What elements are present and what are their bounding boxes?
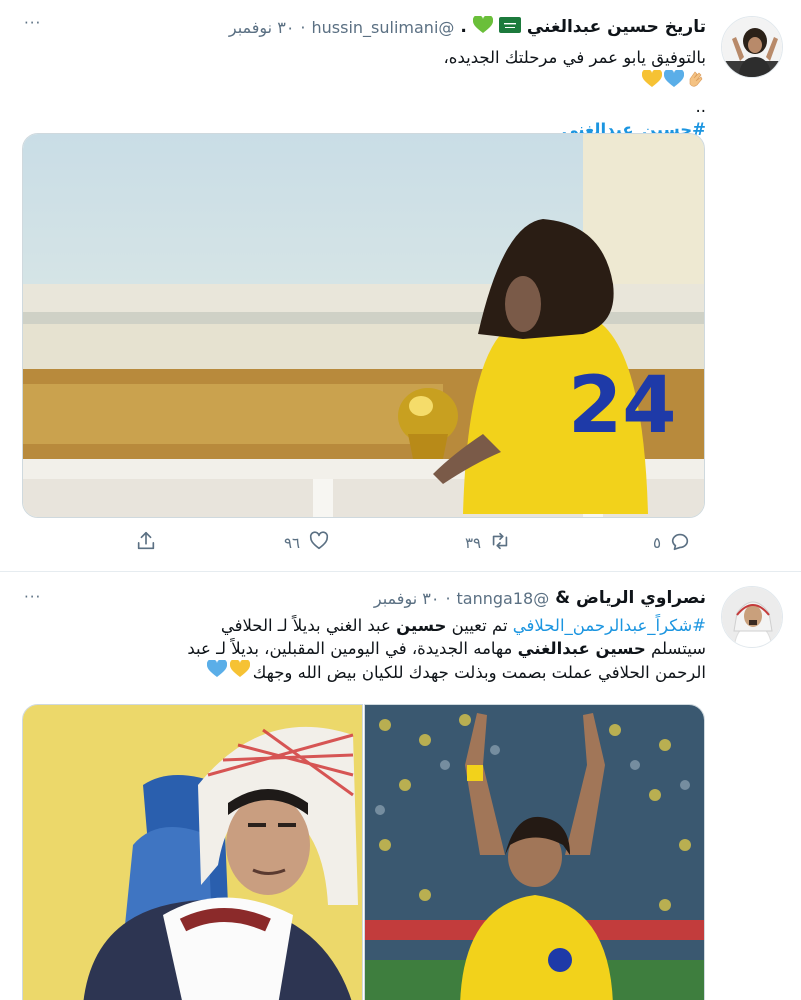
reply-icon — [669, 530, 691, 556]
share-icon — [135, 530, 157, 556]
tweet-header: نصراوي الرياض & @tannga18 · ٣٠ نوفمبر — [374, 588, 706, 608]
text-span: عبد الغني بديلاً لـ الحلافي — [220, 616, 391, 635]
reply-button[interactable]: ٥ — [653, 530, 691, 556]
retweet-count: ٣٩ — [465, 534, 482, 552]
green-heart-icon — [472, 14, 493, 38]
text-span: تم تعيين — [451, 616, 508, 635]
author-name[interactable]: تاريخ حسين عبدالغني — [527, 17, 706, 37]
tweet-actions: ٥ ٣٩ ٩٦ — [0, 530, 801, 560]
tweet-line-3: الرحمن الحلافي عملت بصمت وبذلت جهدك للكي… — [96, 658, 706, 684]
tweet-time[interactable]: ٣٠ نوفمبر — [374, 589, 440, 608]
blue-heart-icon — [663, 68, 685, 94]
bold-text-span: حسين عبدالغني — [517, 639, 646, 658]
yellow-heart-icon — [641, 68, 663, 94]
author-name[interactable]: نصراوي الرياض & — [555, 588, 706, 608]
text-span: مهامه الجديدة، في اليومين المقبلين، بديل… — [187, 639, 513, 658]
reply-count: ٥ — [653, 534, 662, 552]
saudi-flag-icon — [498, 17, 521, 37]
tweet-line-2: سيتسلم حسين عبدالغني مهامه الجديدة، في ا… — [96, 637, 706, 660]
like-count: ٩٦ — [284, 534, 301, 552]
yellow-heart-icon — [229, 658, 250, 684]
tweet-2[interactable]: ··· نصراوي الرياض & @tannga18 · ٣٠ نوفمب… — [0, 572, 801, 1000]
separator-dot: · — [300, 17, 306, 37]
author-handle[interactable]: @hussin_sulimani — [312, 18, 455, 37]
tweet-1[interactable]: ··· تاريخ حسين عبدالغني . @hussin_sulima… — [0, 0, 801, 572]
more-options-button[interactable]: ··· — [24, 588, 41, 606]
tweet-photo-right[interactable] — [364, 704, 705, 1000]
tweet-line-1: #شكراً_عبدالرحمن_الحلافي تم تعيين حسين ع… — [96, 614, 706, 637]
bold-text-span: حسين — [396, 616, 447, 635]
tweet-line-2 — [106, 68, 706, 95]
avatar[interactable] — [721, 16, 783, 78]
clapping-hands-icon — [686, 69, 706, 95]
avatar[interactable] — [721, 586, 783, 648]
like-button[interactable]: ٩٦ — [284, 530, 330, 556]
separator-dot: · — [445, 588, 451, 608]
more-options-button[interactable]: ··· — [24, 14, 41, 32]
heart-icon — [308, 530, 330, 556]
share-button[interactable] — [135, 530, 157, 556]
tweet-text: #شكراً_عبدالرحمن_الحلافي تم تعيين حسين ع… — [96, 614, 706, 684]
tweet-photo[interactable]: 24 — [22, 133, 705, 518]
blue-heart-icon — [206, 658, 227, 684]
tweet-photo-left[interactable] — [22, 704, 363, 1000]
tweet-header: تاريخ حسين عبدالغني . @hussin_sulimani ·… — [229, 14, 706, 38]
tweet-text: بالتوفيق يابو عمر في مرحلتك الجديده، .. … — [106, 46, 706, 141]
retweet-button[interactable]: ٣٩ — [465, 530, 511, 556]
tweet-line-3: .. — [695, 97, 707, 116]
author-name-suffix: . — [460, 17, 467, 37]
text-span: سيتسلم — [651, 639, 706, 658]
retweet-icon — [489, 530, 511, 556]
text-span: الرحمن الحلافي عملت بصمت وبذلت جهدك للكي… — [252, 662, 706, 682]
hashtag-link[interactable]: #شكراً_عبدالرحمن_الحلافي — [513, 616, 706, 635]
tweet-line-1: بالتوفيق يابو عمر في مرحلتك الجديده، — [443, 48, 706, 67]
tweet-time[interactable]: ٣٠ نوفمبر — [229, 18, 295, 37]
jersey-number: 24 — [568, 361, 677, 451]
author-handle[interactable]: @tannga18 — [457, 589, 550, 608]
